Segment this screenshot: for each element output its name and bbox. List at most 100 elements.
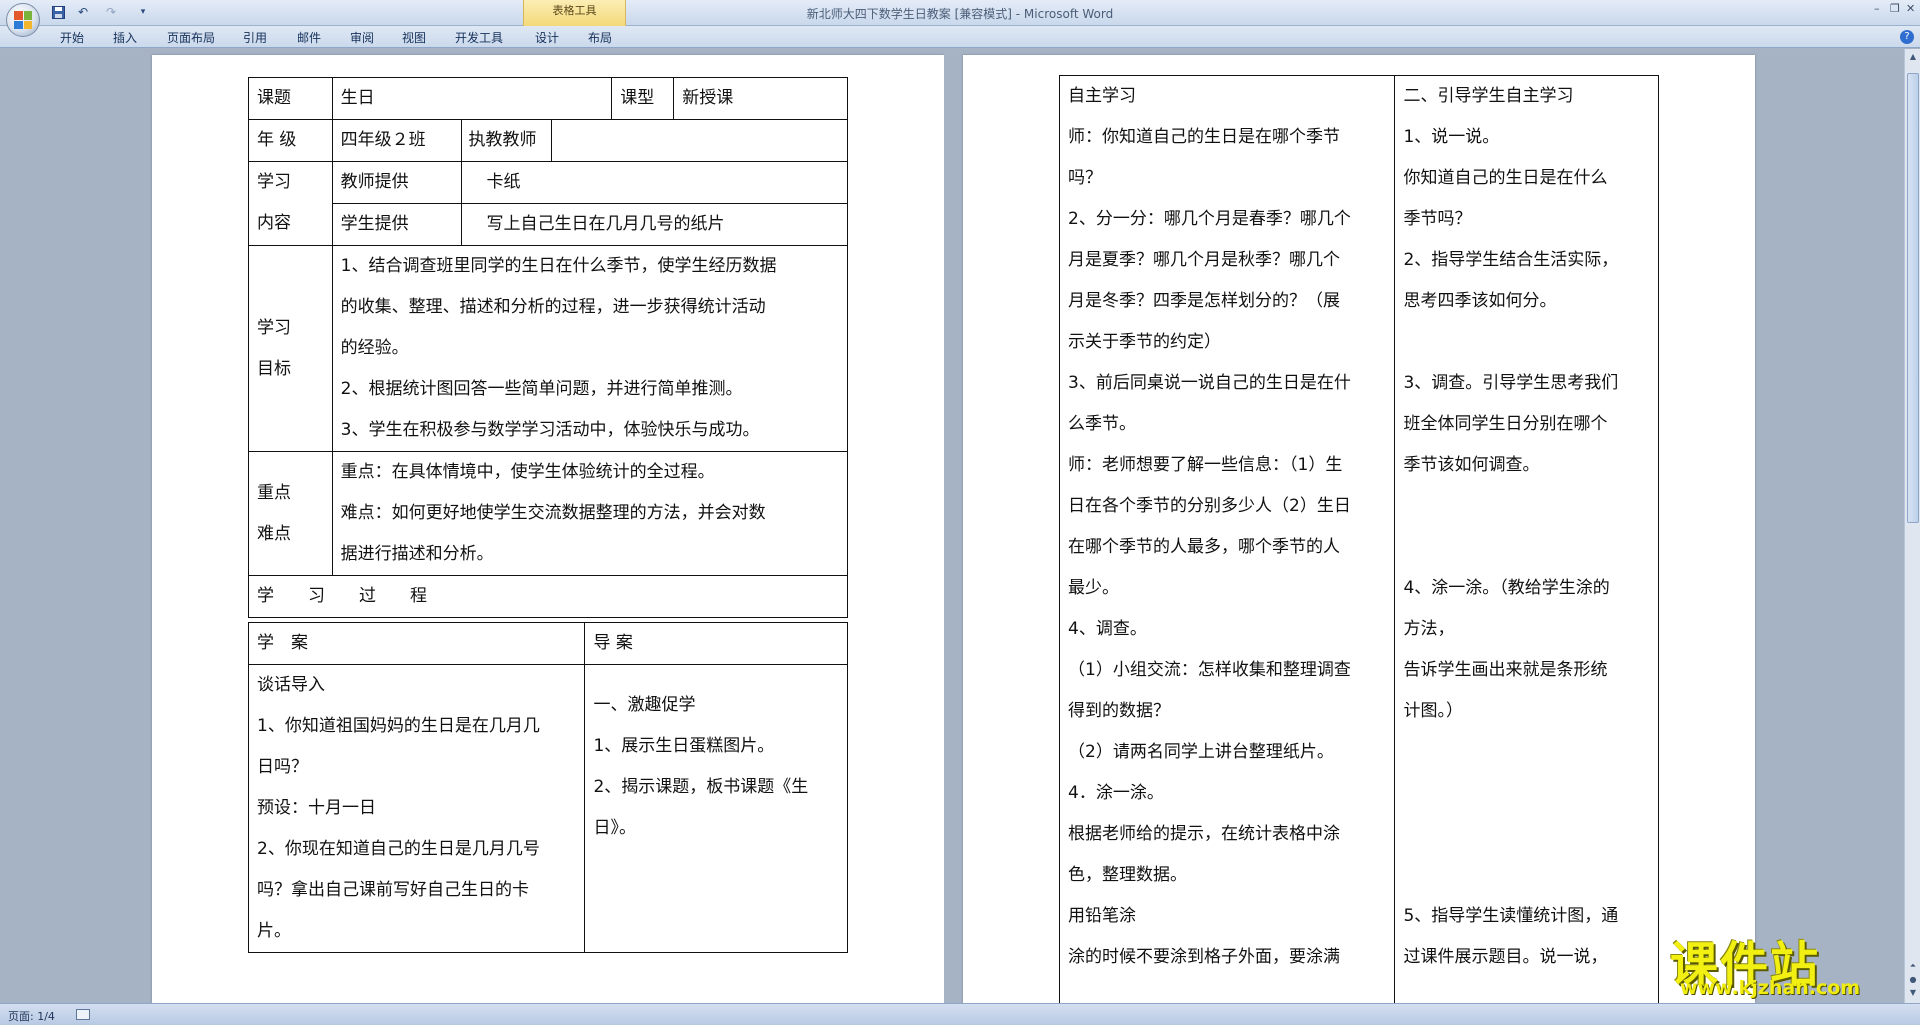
restore-button[interactable]: ❐ <box>1890 2 1900 15</box>
scroll-thumb[interactable] <box>1907 73 1919 523</box>
study-line: 日在各个季节的分别多少人（2）生日 <box>1068 496 1351 516</box>
study-line: 用铅笔涂 <box>1068 906 1136 926</box>
guide-line <box>1403 814 1650 855</box>
tab-references[interactable]: 引用 <box>243 29 267 46</box>
tab-design[interactable]: 设计 <box>535 29 559 46</box>
study-line: 得到的数据？ <box>1068 701 1170 721</box>
teacher-provides-label[interactable]: 教师提供 <box>331 161 463 204</box>
tab-mailings[interactable]: 邮件 <box>297 29 321 46</box>
guide-line: 方法， <box>1403 619 1455 639</box>
study-line: 在哪个季节的人最多，哪个季节的人 <box>1068 537 1340 557</box>
close-button[interactable]: ✕ <box>1906 2 1915 15</box>
tab-layout[interactable]: 布局 <box>588 29 612 46</box>
content-label-cell[interactable]: 学习 内容 <box>248 161 333 246</box>
page-gap <box>944 49 963 1003</box>
guide-plan-cell[interactable]: 一、激趣促学 1、展示生日蛋糕图片。 2、揭示课题，板书课题《生 日》。 <box>584 664 848 953</box>
objectives-cell[interactable]: 1、结合调查班里同学的生日在什么季节，使学生经历数据 的收集、整理、描述和分析的… <box>331 245 849 452</box>
objective-line: 的收集、整理、描述和分析的过程，进一步获得统计活动 <box>340 297 766 317</box>
lesson-type-value[interactable]: 新授课 <box>673 77 848 120</box>
page-indicator[interactable]: 页面: 1/4 <box>8 1008 55 1024</box>
watermark-url: www.kjzhan.com <box>1680 977 1861 999</box>
teacher-value[interactable] <box>551 119 848 162</box>
subject-value[interactable]: 生日 <box>331 77 613 120</box>
focus-line: 据进行描述和分析。 <box>340 544 494 564</box>
tab-home[interactable]: 开始 <box>60 29 84 46</box>
study-line: 涂的时候不要涂到格子外面，要涂满 <box>1068 947 1340 967</box>
focus-label-cell[interactable]: 重点 难点 <box>248 451 333 576</box>
study-line: 根据老师给的提示，在统计表格中涂 <box>1068 824 1340 844</box>
study-line: 示关于季节的约定） <box>1068 332 1221 352</box>
save-icon[interactable] <box>50 4 66 20</box>
table-row: 学习 内容 教师提供 卡纸 <box>248 161 848 246</box>
window-title: 新北师大四下数学生日教案 [兼容模式] - Microsoft Word <box>806 7 1114 21</box>
office-logo-icon <box>14 11 32 29</box>
table-row: 年 级 四年级２班 执教教师 <box>248 119 848 162</box>
tab-view[interactable]: 视图 <box>402 29 426 46</box>
document-area: 课题 生日 课型 新授课 年 级 四年级２班 执教教师 学习 内容 教师提供 卡… <box>0 49 1904 1003</box>
guide-line: 1、展示生日蛋糕图片。 <box>593 736 775 756</box>
undo-icon[interactable]: ↶ <box>72 4 94 20</box>
focus-label-a: 重点 <box>257 482 291 503</box>
customize-icon[interactable]: ▾ <box>138 4 148 20</box>
study-line: 最少。 <box>1068 578 1119 598</box>
teacher-provides-item[interactable]: 卡纸 <box>461 161 848 204</box>
office-button[interactable] <box>6 3 40 37</box>
study-line: 师：你知道自己的生日是在哪个季节 <box>1068 127 1340 147</box>
study-line: 日吗？ <box>257 757 308 777</box>
objective-line: 3、学生在积极参与数学学习活动中，体验快乐与成功。 <box>340 420 760 440</box>
vertical-scrollbar[interactable]: ▲ ⏶ ● ▼ <box>1904 49 1920 1003</box>
guide-line: 你知道自己的生日是在什么 <box>1403 168 1608 188</box>
objective-line: 2、根据统计图回答一些简单问题，并进行简单推测。 <box>340 379 743 399</box>
guide-plan-header[interactable]: 导 案 <box>584 622 848 665</box>
minimize-button[interactable]: – <box>1874 2 1880 15</box>
student-provides-item[interactable]: 写上自己生日在几月几号的纸片 <box>461 203 848 246</box>
title-bar: 表格工具 新北师大四下数学生日教案 [兼容模式] - Microsoft Wor… <box>0 0 1920 26</box>
study-line: 师：老师想要了解一些信息：（1）生 <box>1068 455 1343 475</box>
teacher-label[interactable]: 执教教师 <box>461 119 553 162</box>
table-row: 学 习 过 程 <box>248 575 848 618</box>
objective-line: 的经验。 <box>340 338 409 358</box>
table-row: 谈话导入 1、你知道祖国妈妈的生日是在几月几 日吗？ 预设：十月一日 2、你现在… <box>247 664 848 953</box>
study-plan-header[interactable]: 学 案 <box>247 622 586 665</box>
study-line: 片。 <box>257 921 291 941</box>
grade-label[interactable]: 年 级 <box>248 119 333 162</box>
guide-line <box>1403 855 1650 896</box>
study-line: 3、前后同桌说一说自己的生日是在什 <box>1068 373 1351 393</box>
scroll-up-icon[interactable]: ▲ <box>1907 52 1919 64</box>
tab-review[interactable]: 审阅 <box>350 29 374 46</box>
focus-line: 重点：在具体情境中，使学生体验统计的全过程。 <box>340 462 715 482</box>
content-label-a: 学习 <box>257 172 291 192</box>
subject-label[interactable]: 课题 <box>248 77 333 120</box>
study-line: 色，整理数据。 <box>1068 865 1187 885</box>
study-line: （1）小组交流：怎样收集和整理调查 <box>1068 660 1351 680</box>
student-provides-label[interactable]: 学生提供 <box>331 203 463 246</box>
guide-line <box>1403 527 1650 568</box>
tab-insert[interactable]: 插入 <box>113 29 137 46</box>
tab-developer[interactable]: 开发工具 <box>455 29 503 46</box>
guide-line: 3、调查。引导学生思考我们 <box>1403 373 1619 393</box>
help-icon[interactable]: ? <box>1900 30 1914 44</box>
guide-line: 5、指导学生读懂统计图，通 <box>1403 906 1619 926</box>
study-line: 月是夏季？哪几个月是秋季？哪几个 <box>1068 250 1340 270</box>
redo-icon[interactable]: ↷ <box>103 4 119 20</box>
guide-line: 一、激趣促学 <box>593 695 696 715</box>
focus-line: 难点：如何更好地使学生交流数据整理的方法，并会对数 <box>340 503 766 523</box>
guide-line: 4、涂一涂。（教给学生涂的 <box>1403 578 1610 598</box>
process-header[interactable]: 学 习 过 程 <box>248 575 848 618</box>
study-plan-cell[interactable]: 谈话导入 1、你知道祖国妈妈的生日是在几月几 日吗？ 预设：十月一日 2、你现在… <box>247 664 586 953</box>
focus-cell[interactable]: 重点：在具体情境中，使学生体验统计的全过程。 难点：如何更好地使学生交流数据整理… <box>331 451 849 576</box>
watermark: 课件站 www.kjzhan.com <box>1670 925 1910 1000</box>
objectives-label-a: 学习 <box>257 317 291 338</box>
guide-plan-cell-continued[interactable]: 二、引导学生自主学习 1、说一说。 你知道自己的生日是在什么 季节吗？ 2、指导… <box>1394 75 1659 1003</box>
lesson-type-label[interactable]: 课型 <box>611 77 675 120</box>
study-line: 2、你现在知道自己的生日是几月几号 <box>257 839 540 859</box>
table-row: 学习 目标 1、结合调查班里同学的生日在什么季节，使学生经历数据 的收集、整理、… <box>248 245 849 452</box>
study-line: 2、分一分：哪几个月是春季？哪几个 <box>1068 209 1351 229</box>
grade-value[interactable]: 四年级２班 <box>331 119 463 162</box>
study-plan-cell-continued[interactable]: 自主学习 师：你知道自己的生日是在哪个季节 吗？ 2、分一分：哪几个月是春季？哪… <box>1058 75 1396 1003</box>
guide-line <box>1403 773 1650 814</box>
tab-page-layout[interactable]: 页面布局 <box>167 29 215 46</box>
proofing-icon[interactable] <box>76 1009 90 1020</box>
objectives-label-cell[interactable]: 学习 目标 <box>248 245 333 452</box>
guide-line <box>1403 322 1650 363</box>
